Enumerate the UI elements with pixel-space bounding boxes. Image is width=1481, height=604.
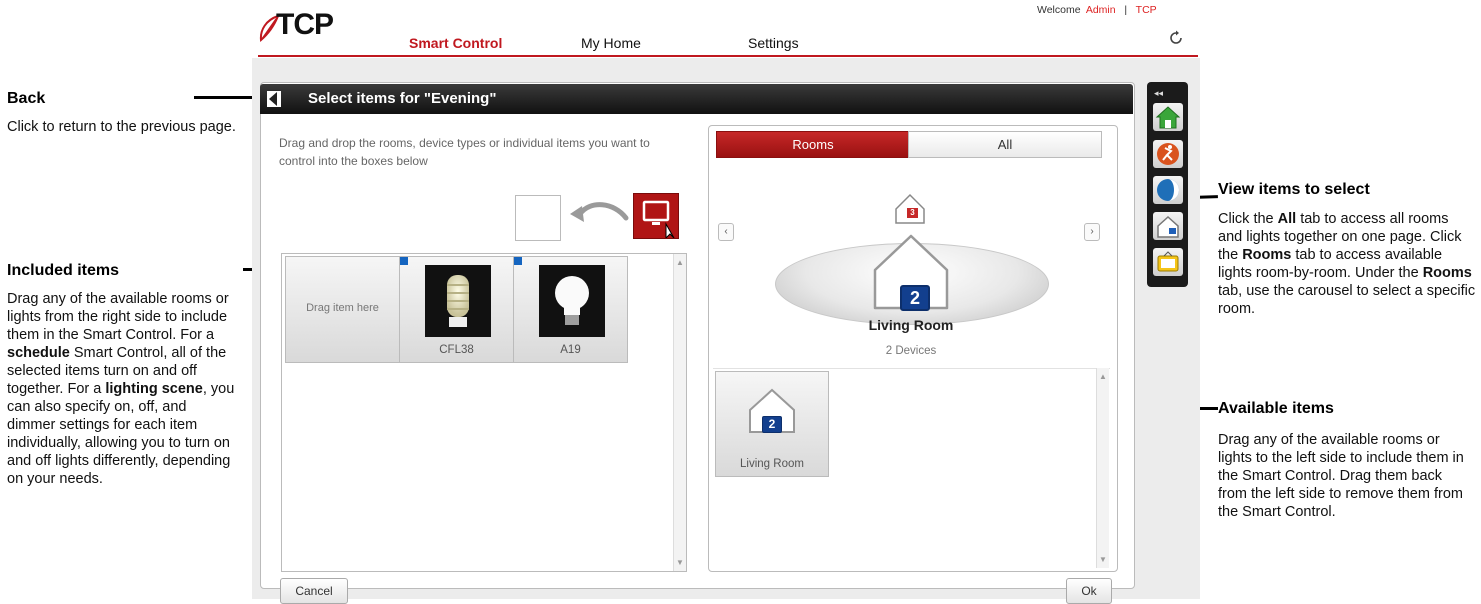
refresh-icon[interactable]	[1168, 30, 1184, 46]
annotation-view-title: View items to select	[1218, 181, 1370, 198]
tv-icon[interactable]	[1153, 248, 1183, 276]
welcome-label: Welcome	[1037, 4, 1081, 16]
dialog-title-bar: Select items for "Evening"	[260, 84, 1133, 114]
scroll-down-icon[interactable]: ▼	[1099, 555, 1107, 564]
annotation-included-text: Drag any of the available rooms or light…	[7, 291, 235, 487]
annotation-available-text: Drag any of the available rooms or light…	[1218, 432, 1464, 520]
back-button[interactable]	[266, 90, 282, 108]
separator: |	[1124, 4, 1128, 16]
header-divider	[258, 55, 1198, 57]
available-item-label: Living Room	[740, 458, 804, 470]
included-item-tile[interactable]: CFL38	[399, 256, 514, 363]
nav-my-home[interactable]: My Home	[581, 35, 641, 51]
drag-demo-tv-tile	[633, 193, 679, 240]
annotation-view-text: Click the All tab to access all rooms an…	[1218, 211, 1476, 317]
cancel-button[interactable]: Cancel	[280, 578, 348, 604]
selection-marker	[400, 257, 408, 265]
carousel-device-count: 2 Devices	[885, 345, 937, 357]
available-item-tile[interactable]: 2 Living Room	[715, 371, 829, 477]
drag-demo-target	[515, 195, 561, 241]
included-list-scrollbar[interactable]: ▲ ▼	[673, 254, 686, 571]
dialog-title: Select items for "Evening"	[308, 90, 497, 107]
ok-button[interactable]: Ok	[1066, 578, 1112, 604]
annotation-back-title: Back	[7, 90, 46, 107]
carousel-room-name: Living Room	[868, 317, 954, 333]
cfl-bulb-icon	[425, 265, 491, 337]
tab-rooms[interactable]: Rooms	[716, 131, 910, 158]
nav-smart-control[interactable]: Smart Control	[409, 35, 502, 51]
drop-placeholder-label: Drag item here	[306, 302, 379, 314]
available-list-scrollbar[interactable]: ▲ ▼	[1096, 368, 1109, 568]
selection-marker	[514, 257, 522, 265]
scroll-up-icon[interactable]: ▲	[1099, 372, 1107, 381]
dialog-instructions: Drag and drop the rooms, device types or…	[279, 136, 650, 168]
tcp-logo: TCP	[258, 8, 358, 42]
annotation-available-title: Available items	[1218, 400, 1334, 417]
annotation-included-title: Included items	[7, 262, 120, 279]
room-badge-small: 3	[907, 208, 918, 218]
logo-text: TCP	[276, 8, 334, 41]
included-item-label: A19	[560, 344, 581, 356]
included-item-label: CFL38	[439, 344, 474, 356]
tcp-link[interactable]: TCP	[1136, 4, 1157, 16]
included-items-list[interactable]: Drag item here CFL38 A19 ▲ ▼	[281, 253, 687, 572]
runner-icon[interactable]	[1153, 140, 1183, 168]
room-badge: 2	[900, 285, 930, 311]
scroll-down-icon[interactable]: ▼	[676, 558, 684, 567]
drag-arrow-icon	[570, 202, 629, 222]
collapse-toolbar-icon[interactable]: ◂◂	[1154, 88, 1163, 99]
home-icon[interactable]	[1153, 103, 1183, 131]
globe-icon[interactable]	[1153, 176, 1183, 204]
annotation-back-text: Click to return to the previous page.	[7, 119, 236, 135]
scroll-up-icon[interactable]: ▲	[676, 258, 684, 267]
room-badge: 2	[762, 416, 782, 433]
carousel-next-button[interactable]: ›	[1084, 223, 1100, 241]
tab-all[interactable]: All	[908, 131, 1102, 158]
user-link[interactable]: Admin	[1086, 4, 1116, 16]
back-icon	[267, 91, 281, 107]
welcome-bar: Welcome Admin | TCP	[1037, 4, 1157, 16]
included-item-tile[interactable]: A19	[513, 256, 628, 363]
nav-settings[interactable]: Settings	[748, 35, 799, 51]
room-icon[interactable]	[1153, 212, 1183, 240]
tv-icon	[642, 200, 675, 240]
a19-bulb-icon	[539, 265, 605, 337]
carousel-prev-button[interactable]: ‹	[718, 223, 734, 241]
drop-placeholder-tile[interactable]: Drag item here	[285, 256, 400, 363]
